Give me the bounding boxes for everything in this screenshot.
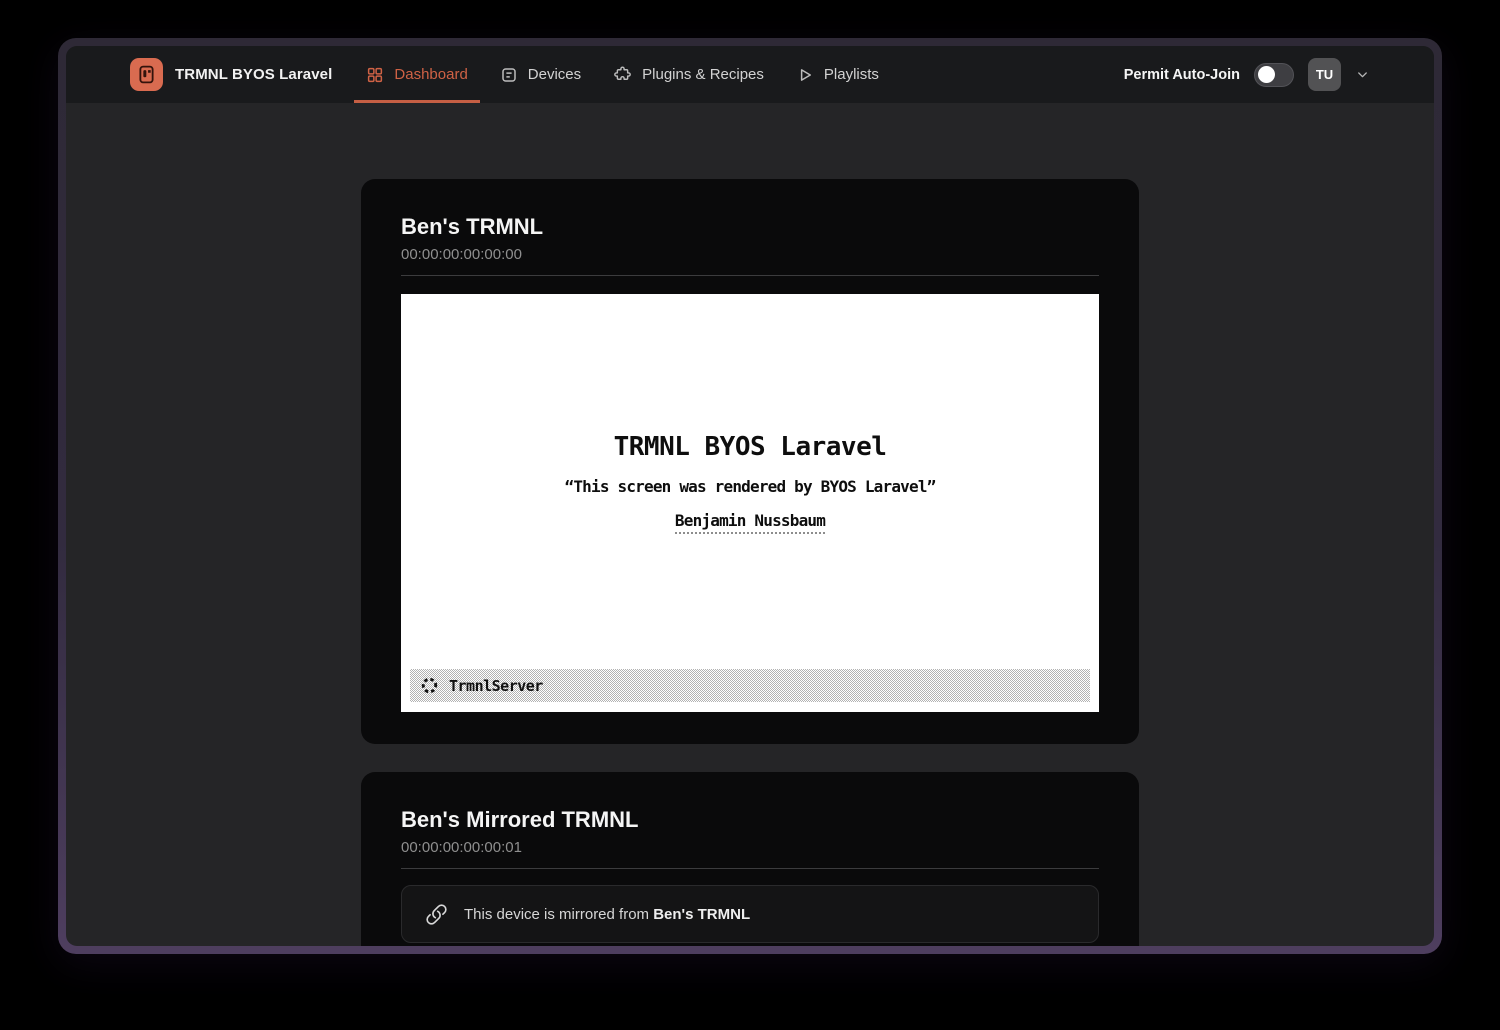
nav-item-playlists[interactable]: Playlists — [784, 46, 891, 103]
puzzle-icon — [613, 65, 632, 84]
brand[interactable]: TRMNL BYOS Laravel — [130, 46, 332, 103]
device-name: Ben's Mirrored TRMNL — [401, 806, 1099, 834]
nav-label-plugins-recipes: Plugins & Recipes — [642, 66, 764, 83]
permit-auto-join-toggle[interactable] — [1254, 63, 1294, 87]
user-avatar[interactable]: TU — [1308, 58, 1341, 91]
dashboard-grid-icon — [366, 66, 384, 84]
navbar-right: Permit Auto-Join TU — [1124, 46, 1370, 103]
main-content: Ben's TRMNL 00:00:00:00:00:00 TRMNL BYOS… — [66, 103, 1434, 946]
device-card-bens-mirrored-trmnl: Ben's Mirrored TRMNL 00:00:00:00:00:01 T… — [361, 772, 1139, 946]
server-badge: TrmnlServer — [410, 669, 1090, 702]
app-window: TRMNL BYOS Laravel Dashboard — [66, 46, 1434, 946]
top-navbar: TRMNL BYOS Laravel Dashboard — [66, 46, 1434, 103]
play-icon — [796, 66, 814, 84]
card-divider — [401, 868, 1099, 869]
mirror-text-prefix: This device is mirrored from — [464, 906, 653, 923]
device-mac-address: 00:00:00:00:00:01 — [401, 839, 1099, 856]
nav-label-dashboard: Dashboard — [394, 66, 467, 83]
screen-author: Benjamin Nussbaum — [675, 511, 825, 534]
main-nav: Dashboard Devices — [354, 46, 891, 103]
nav-item-plugins-recipes[interactable]: Plugins & Recipes — [601, 46, 776, 103]
nav-label-devices: Devices — [528, 66, 581, 83]
permit-auto-join-label: Permit Auto-Join — [1124, 67, 1240, 83]
screen-quote: “This screen was rendered by BYOS Larave… — [565, 477, 936, 496]
app-window-frame: TRMNL BYOS Laravel Dashboard — [58, 38, 1442, 954]
nav-label-playlists: Playlists — [824, 66, 879, 83]
mirror-info-panel: This device is mirrored from Ben's TRMNL — [401, 885, 1099, 943]
device-screen-preview: TRMNL BYOS Laravel “This screen was rend… — [401, 294, 1099, 712]
chevron-down-icon[interactable] — [1355, 67, 1370, 82]
devices-icon — [500, 66, 518, 84]
screen-heading: TRMNL BYOS Laravel — [614, 432, 887, 462]
device-name: Ben's TRMNL — [401, 213, 1099, 241]
link-icon — [425, 903, 448, 926]
toggle-knob — [1258, 66, 1275, 83]
server-badge-label: TrmnlServer — [449, 677, 543, 695]
spinner-icon — [420, 676, 439, 695]
brand-title: TRMNL BYOS Laravel — [175, 66, 332, 83]
device-mac-address: 00:00:00:00:00:00 — [401, 246, 1099, 263]
mirror-source-link[interactable]: Ben's TRMNL — [653, 906, 750, 923]
nav-item-dashboard[interactable]: Dashboard — [354, 46, 479, 103]
card-divider — [401, 275, 1099, 276]
mirror-text: This device is mirrored from Ben's TRMNL — [464, 906, 750, 923]
device-card-bens-trmnl: Ben's TRMNL 00:00:00:00:00:00 TRMNL BYOS… — [361, 179, 1139, 744]
trmnl-logo-icon — [130, 58, 163, 91]
nav-item-devices[interactable]: Devices — [488, 46, 593, 103]
